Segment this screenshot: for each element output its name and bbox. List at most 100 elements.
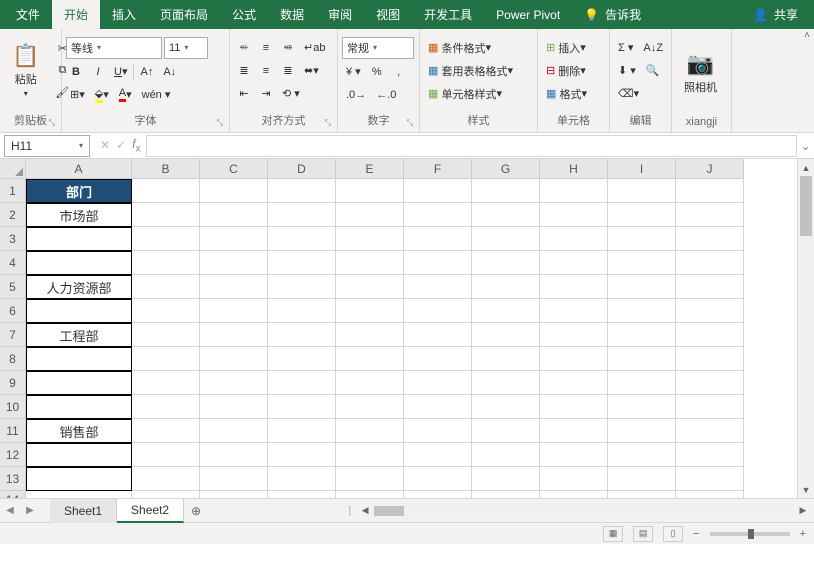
row-header-14[interactable]: 14 (0, 491, 26, 498)
delete-cells-button[interactable]: ⊟ 删除 ▾ (542, 61, 606, 81)
horizontal-scrollbar[interactable]: ◀ ▶ (354, 504, 814, 518)
sheet-nav-prev[interactable]: ◀ (0, 505, 20, 516)
align-left-button[interactable]: ≣ (234, 61, 254, 81)
scroll-left-icon[interactable]: ◀ (358, 505, 372, 516)
cell-H12[interactable] (540, 443, 608, 467)
cell-I2[interactable] (608, 203, 676, 227)
cell-I11[interactable] (608, 419, 676, 443)
camera-button[interactable]: 📷 照相机 (676, 47, 725, 99)
tab-review[interactable]: 审阅 (316, 0, 364, 29)
cell-G7[interactable] (472, 323, 540, 347)
cell-A8[interactable] (26, 347, 132, 371)
cell-C4[interactable] (200, 251, 268, 275)
cell-E7[interactable] (336, 323, 404, 347)
sheet-tab-2[interactable]: Sheet2 (117, 499, 184, 523)
cell-I6[interactable] (608, 299, 676, 323)
cell-C2[interactable] (200, 203, 268, 227)
cell-J8[interactable] (676, 347, 744, 371)
cell-H5[interactable] (540, 275, 608, 299)
cell-G6[interactable] (472, 299, 540, 323)
cell-B3[interactable] (132, 227, 200, 251)
cell-G4[interactable] (472, 251, 540, 275)
cell-F5[interactable] (404, 275, 472, 299)
cell-J4[interactable] (676, 251, 744, 275)
col-header-H[interactable]: H (540, 159, 608, 179)
cell-J9[interactable] (676, 371, 744, 395)
cell-B11[interactable] (132, 419, 200, 443)
col-header-D[interactable]: D (268, 159, 336, 179)
cell-D14[interactable] (268, 491, 336, 498)
cell-F6[interactable] (404, 299, 472, 323)
col-header-A[interactable]: A (26, 159, 132, 179)
clear-button[interactable]: ⌫ ▾ (614, 84, 643, 104)
cell-H3[interactable] (540, 227, 608, 251)
tab-home[interactable]: 开始 (52, 0, 100, 29)
cell-B4[interactable] (132, 251, 200, 275)
col-header-E[interactable]: E (336, 159, 404, 179)
cell-H10[interactable] (540, 395, 608, 419)
cell-H6[interactable] (540, 299, 608, 323)
cell-E13[interactable] (336, 467, 404, 491)
cell-H11[interactable] (540, 419, 608, 443)
cell-F2[interactable] (404, 203, 472, 227)
inc-decimal-button[interactable]: .0→ (342, 85, 370, 105)
cell-D9[interactable] (268, 371, 336, 395)
cell-C5[interactable] (200, 275, 268, 299)
cell-A1[interactable]: 部门 (26, 179, 132, 203)
cell-A13[interactable] (26, 467, 132, 491)
cell-G5[interactable] (472, 275, 540, 299)
row-header-8[interactable]: 8 (0, 347, 26, 371)
cell-I14[interactable] (608, 491, 676, 498)
cell-I9[interactable] (608, 371, 676, 395)
cell-G2[interactable] (472, 203, 540, 227)
col-header-F[interactable]: F (404, 159, 472, 179)
phonetic-button[interactable]: wén ▾ (138, 85, 175, 105)
cell-G8[interactable] (472, 347, 540, 371)
cell-B10[interactable] (132, 395, 200, 419)
cell-B5[interactable] (132, 275, 200, 299)
cell-G1[interactable] (472, 179, 540, 203)
cancel-icon[interactable]: ✕ (100, 138, 110, 152)
align-center-button[interactable]: ≡ (256, 61, 276, 81)
cell-C13[interactable] (200, 467, 268, 491)
cell-C10[interactable] (200, 395, 268, 419)
cell-B14[interactable] (132, 491, 200, 498)
indent-dec-button[interactable]: ⇤ (234, 84, 254, 104)
cell-I3[interactable] (608, 227, 676, 251)
add-sheet-button[interactable]: ⊕ (184, 504, 208, 518)
cell-E12[interactable] (336, 443, 404, 467)
cell-D13[interactable] (268, 467, 336, 491)
cell-H4[interactable] (540, 251, 608, 275)
formula-bar[interactable] (146, 135, 797, 157)
col-header-B[interactable]: B (132, 159, 200, 179)
cell-G14[interactable] (472, 491, 540, 498)
cell-C11[interactable] (200, 419, 268, 443)
row-header-7[interactable]: 7 (0, 323, 26, 347)
cell-F9[interactable] (404, 371, 472, 395)
cell-F4[interactable] (404, 251, 472, 275)
zoom-out-button[interactable]: − (693, 528, 699, 540)
cell-B8[interactable] (132, 347, 200, 371)
table-format-button[interactable]: ▦ 套用表格格式 ▾ (424, 61, 534, 81)
cell-C12[interactable] (200, 443, 268, 467)
row-header-3[interactable]: 3 (0, 227, 26, 251)
tab-insert[interactable]: 插入 (100, 0, 148, 29)
cell-F13[interactable] (404, 467, 472, 491)
cell-C1[interactable] (200, 179, 268, 203)
cell-D4[interactable] (268, 251, 336, 275)
cell-B7[interactable] (132, 323, 200, 347)
tab-formula[interactable]: 公式 (220, 0, 268, 29)
cell-E2[interactable] (336, 203, 404, 227)
cell-J2[interactable] (676, 203, 744, 227)
cell-B2[interactable] (132, 203, 200, 227)
row-header-9[interactable]: 9 (0, 371, 26, 395)
cell-D10[interactable] (268, 395, 336, 419)
cell-E3[interactable] (336, 227, 404, 251)
cell-D3[interactable] (268, 227, 336, 251)
cell-I10[interactable] (608, 395, 676, 419)
zoom-slider[interactable] (710, 532, 790, 536)
cell-C9[interactable] (200, 371, 268, 395)
cell-I7[interactable] (608, 323, 676, 347)
row-header-2[interactable]: 2 (0, 203, 26, 227)
cell-B12[interactable] (132, 443, 200, 467)
